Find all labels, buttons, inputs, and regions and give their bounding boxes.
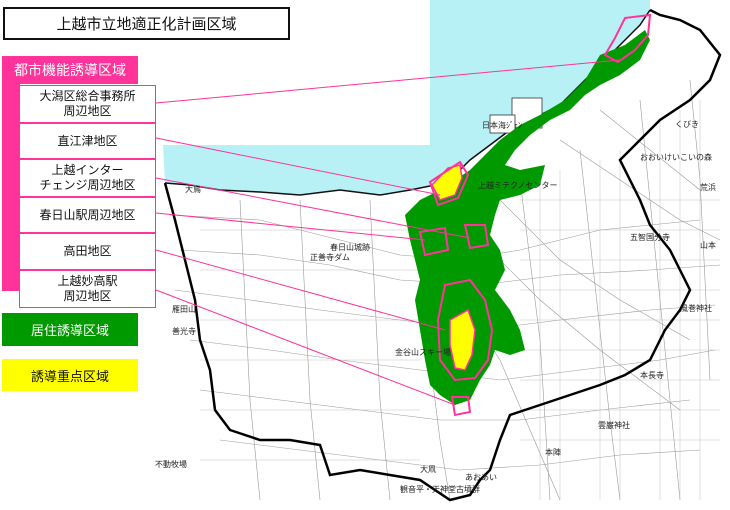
district-label-line: 大潟区総合事務所 — [39, 89, 136, 103]
legend-district-kasugayama[interactable]: 春日山駅周辺地区 — [19, 197, 156, 233]
label-hig2: 本長寺 — [640, 370, 664, 380]
label-kubiki: 善光寺 — [172, 326, 196, 336]
label-ryugasaki: 不動牧場 — [155, 459, 187, 469]
legend-district-naoetsu[interactable]: 直江津地区 — [19, 123, 156, 159]
legend-district-ogata[interactable]: 大潟区総合事務所 周辺地区 — [19, 85, 156, 123]
legend-district-joetsu-ic[interactable]: 上越インター チェンジ周辺地区 — [19, 159, 156, 197]
district-label-line: 周辺地区 — [63, 289, 112, 303]
district-label-line: 周辺地区 — [63, 104, 112, 118]
district-label-line: 春日山駅周辺地区 — [39, 207, 136, 222]
label-goryo: 五智国分寺 — [630, 232, 670, 242]
leader-kasugayama — [155, 212, 426, 241]
label-yama: 山本 — [700, 240, 716, 250]
label-japan-sea-tower: 日本海ｼﾞｪﾝ — [482, 120, 522, 130]
label-oojigayama: おおいけいこいの森 — [640, 152, 712, 162]
legend-residential: 居住誘導区域 — [2, 313, 138, 346]
district-label-line: チェンジ周辺地区 — [39, 178, 136, 192]
district-label-line: 上越インター — [51, 163, 124, 177]
district-label-line: 高田地区 — [63, 244, 112, 258]
label-kotetsu: 上越ミテクノセンター — [478, 180, 558, 190]
map-title: 上越市立地適正化計画区域 — [3, 7, 290, 40]
legend-urban-function-panel — [2, 84, 20, 291]
label-nishi: 雁田山 — [172, 304, 196, 314]
label-minami: 雲巌神社 — [598, 420, 630, 430]
label-mure: 風巻神社 — [680, 303, 712, 313]
legend-urban-function-header: 都市機能誘導区域 — [2, 56, 138, 84]
label-kami: 大鳥 — [185, 184, 201, 194]
label-sakura: 大凧 — [420, 464, 436, 474]
legend-district-joetsumyoko[interactable]: 上越妙高駅 周辺地区 — [19, 270, 156, 308]
leader-takada — [155, 249, 446, 331]
label-shimizu: 正善寺ダム — [310, 252, 350, 262]
label-higashi: 本陣 — [545, 447, 561, 457]
district-label-line: 上越妙高駅 — [57, 274, 118, 288]
label-yamasato: あおあい — [465, 473, 497, 482]
legend-district-takada[interactable]: 高田地区 — [19, 233, 156, 270]
label-oota: 観音平・天神堂古墳群 — [400, 484, 480, 494]
label-aramaki: 荒浜 — [700, 182, 716, 192]
label-kanaya: 金谷山スキー場 — [395, 347, 451, 357]
label-kasugayama-castle: 春日山城跡 — [330, 242, 370, 252]
district-label-line: 直江津地区 — [57, 133, 118, 148]
legend-priority: 誘導重点区域 — [2, 359, 138, 391]
label-okabe: くびき — [675, 120, 699, 129]
